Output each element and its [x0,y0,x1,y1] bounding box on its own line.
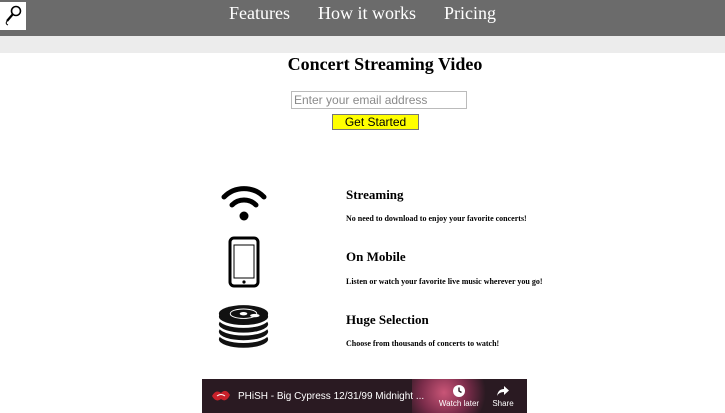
channel-logo-icon[interactable] [210,387,232,405]
feature-desc-mobile: Listen or watch your favorite live music… [346,277,543,286]
phone-icon [217,236,270,288]
disc-stack-icon [217,300,270,352]
watch-later-label: Watch later [438,399,480,408]
watch-later-button[interactable]: Watch later [436,382,482,408]
page-headline: Concert Streaming Video [287,54,483,74]
nav-how-it-works-link[interactable]: How it works [318,2,416,28]
feature-title-mobile: On Mobile [346,249,406,264]
feature-desc-selection: Choose from thousands of concerts to wat… [346,339,500,348]
email-input[interactable] [291,91,467,109]
top-navbar: Features How it works Pricing [0,0,725,36]
nav-features-link[interactable]: Features [229,2,290,28]
clock-icon [453,385,465,397]
get-started-button[interactable]: Get Started [332,114,419,130]
feature-desc-streaming: No need to download to enjoy your favori… [346,214,527,223]
embedded-video-player[interactable]: PHiSH - Big Cypress 12/31/99 Midnight ..… [202,379,527,413]
share-button[interactable]: Share [480,382,526,408]
share-label: Share [492,399,514,408]
nav-links: Features How it works Pricing [0,0,725,28]
feature-title-streaming: Streaming [346,187,404,202]
video-title[interactable]: PHiSH - Big Cypress 12/31/99 Midnight ..… [238,391,424,402]
header-divider-bar [0,36,725,53]
wifi-icon [217,176,270,228]
share-arrow-icon [497,386,509,396]
nav-pricing-link[interactable]: Pricing [444,2,496,28]
feature-title-selection: Huge Selection [346,312,429,327]
